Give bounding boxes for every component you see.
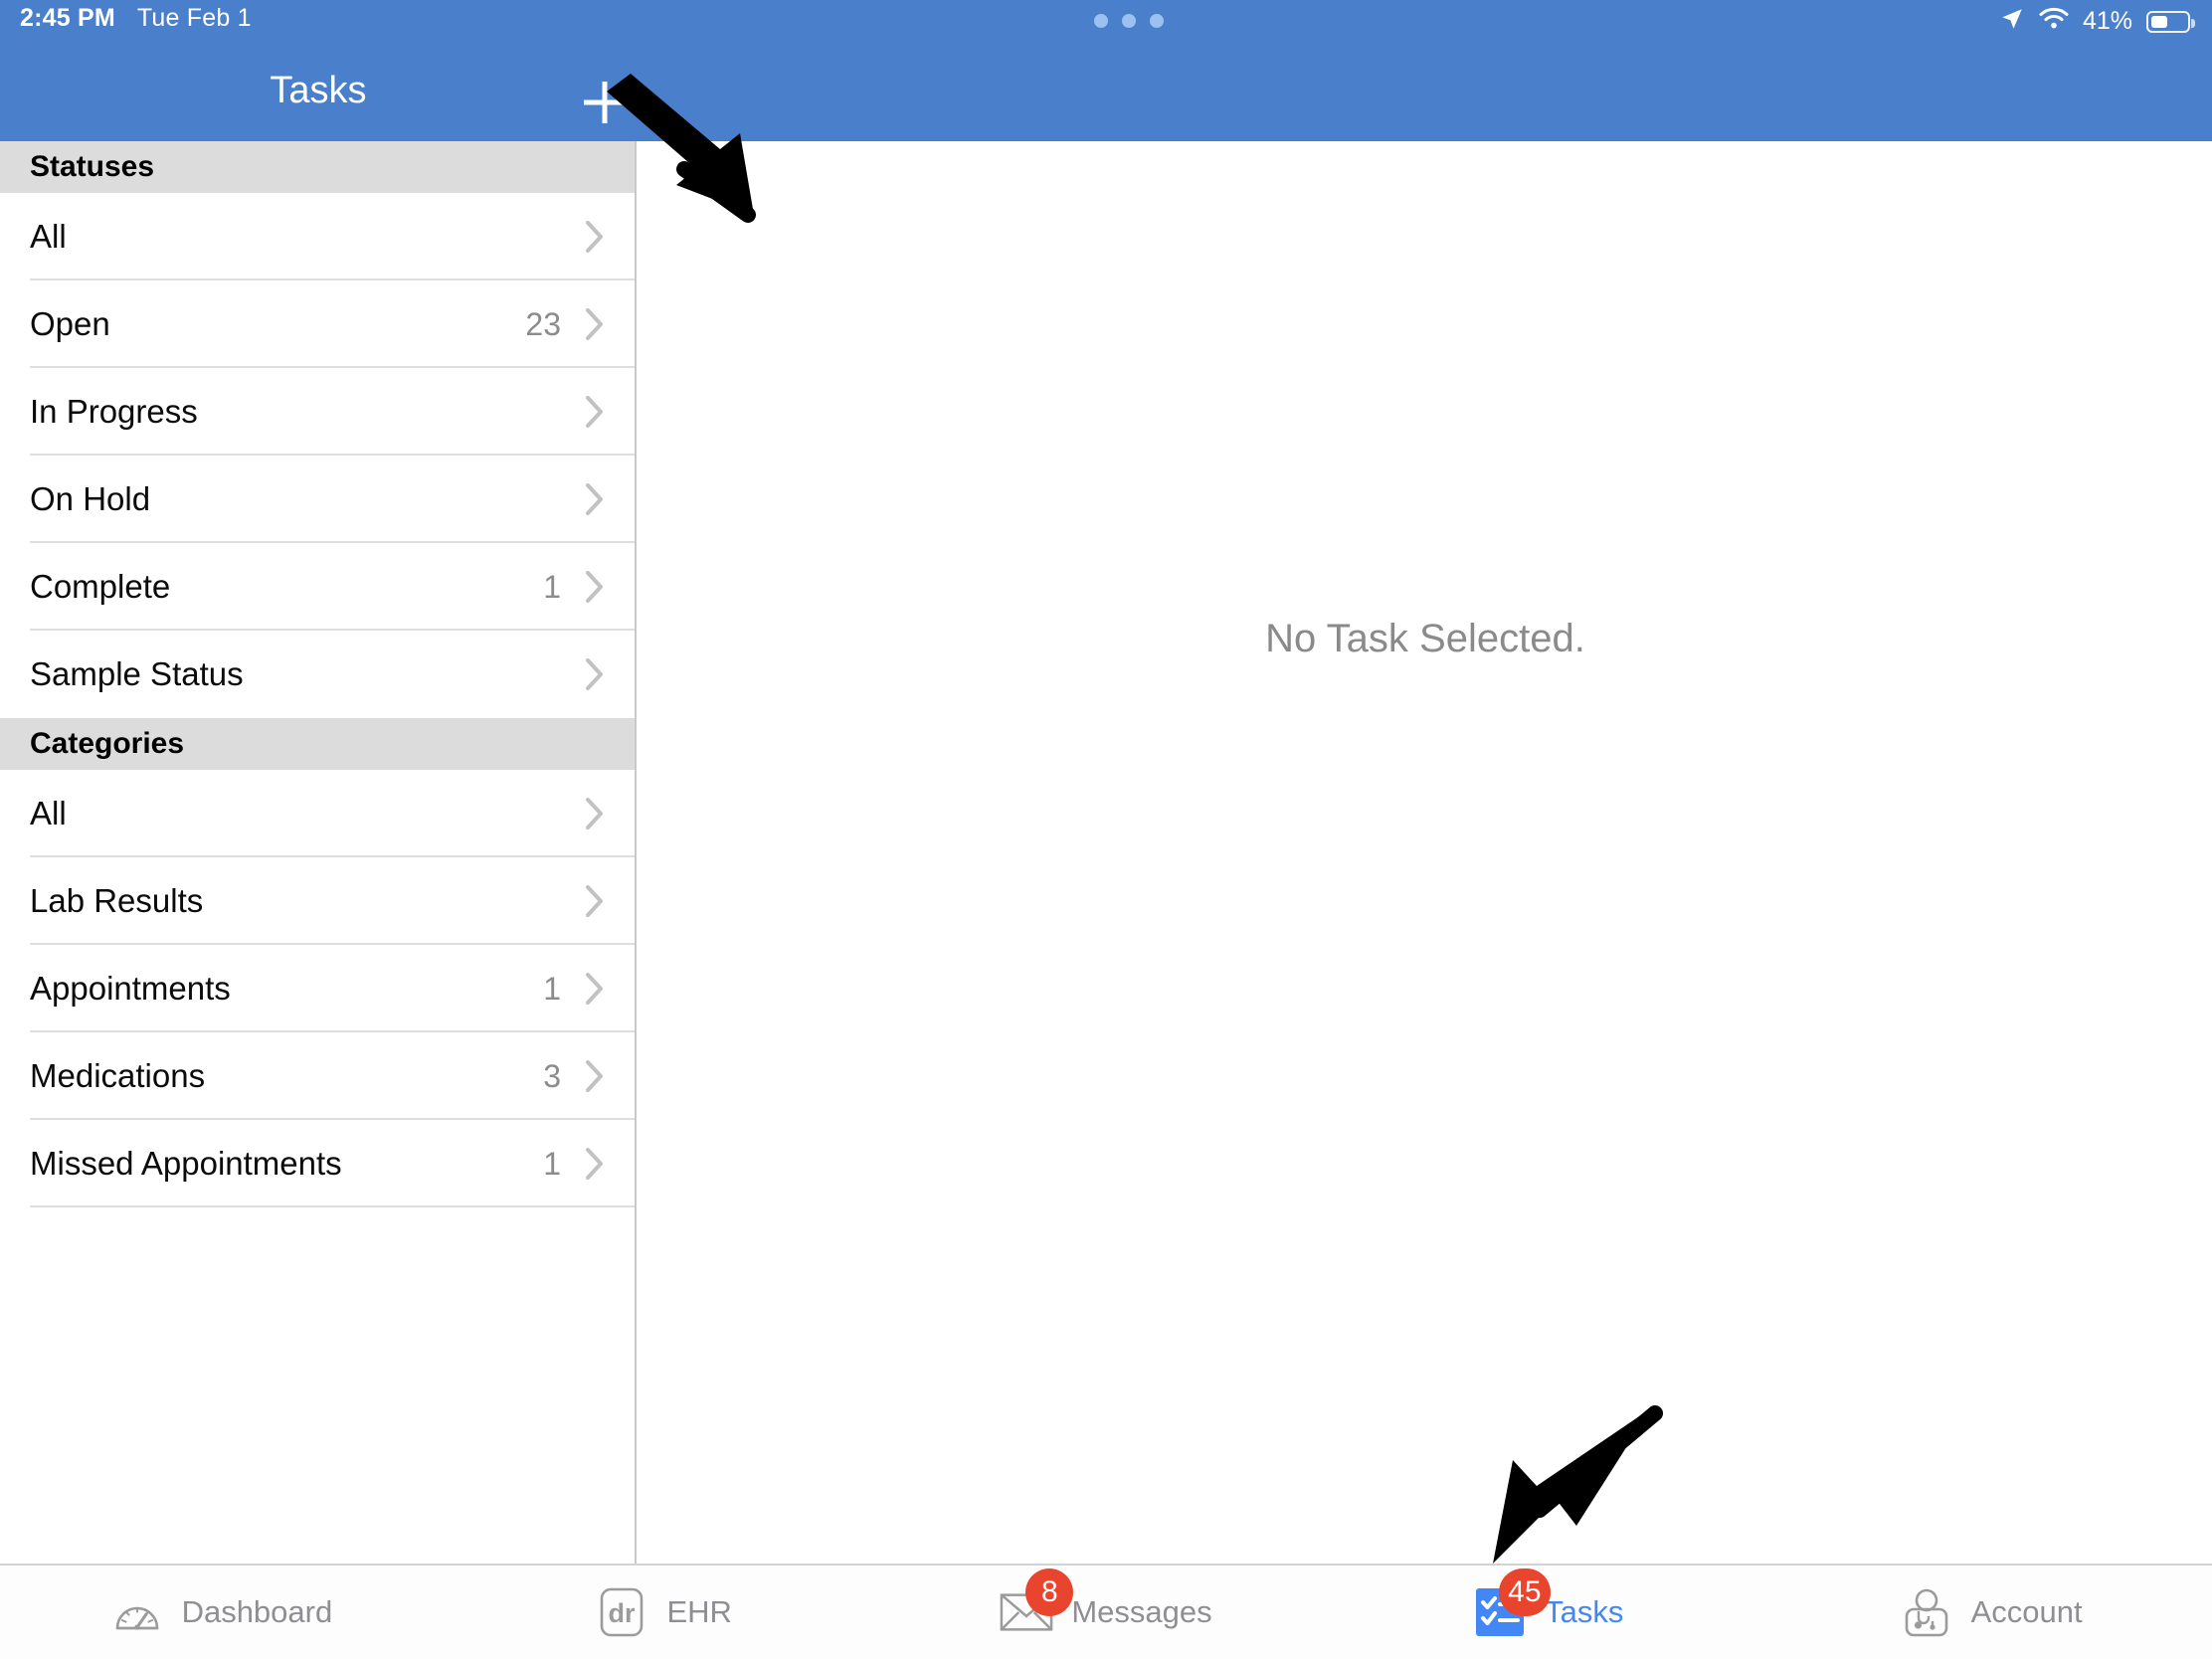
tab-account[interactable]: Account bbox=[1769, 1565, 2212, 1659]
sidebar-item-count: 1 bbox=[543, 970, 561, 1007]
tab-label: Messages bbox=[1071, 1594, 1212, 1629]
status-date: Tue Feb 1 bbox=[136, 4, 252, 32]
checklist-icon: 45 bbox=[1473, 1568, 1551, 1639]
sidebar-item-label: All bbox=[30, 218, 67, 255]
sidebar-item-lab-results[interactable]: Lab Results bbox=[0, 857, 635, 945]
multitask-dot bbox=[1150, 14, 1164, 28]
sidebar-item-label: Complete bbox=[30, 568, 171, 605]
sidebar-item-appointments[interactable]: Appointments 1 bbox=[0, 945, 635, 1032]
envelope-icon: 8 bbox=[1000, 1568, 1074, 1639]
chevron-right-icon bbox=[577, 883, 613, 919]
sidebar-item-count: 1 bbox=[543, 1145, 561, 1182]
sidebar-item-missed-appointments[interactable]: Missed Appointments 1 bbox=[0, 1120, 635, 1207]
status-bar-left: 2:45 PM Tue Feb 1 bbox=[20, 4, 252, 33]
chevron-right-icon bbox=[577, 656, 613, 692]
chevron-right-icon bbox=[577, 306, 613, 342]
sidebar-item-label: Appointments bbox=[30, 970, 231, 1007]
tasks-sidebar[interactable]: Statuses All Open 23 In Progress On Hold Compl… bbox=[0, 141, 637, 1564]
sidebar-item-in-progress[interactable]: In Progress bbox=[0, 368, 635, 456]
status-bar: 2:45 PM Tue Feb 1 41% bbox=[0, 0, 2212, 40]
chevron-right-icon bbox=[577, 1146, 613, 1182]
sidebar-item-label: Missed Appointments bbox=[30, 1145, 342, 1182]
chevron-right-icon bbox=[577, 971, 613, 1007]
sidebar-item-sample-status[interactable]: Sample Status bbox=[0, 631, 635, 718]
tab-label: Dashboard bbox=[181, 1594, 333, 1629]
sidebar-item-count: 23 bbox=[525, 305, 561, 342]
add-task-button[interactable] bbox=[572, 70, 638, 135]
sidebar-section-header: Categories bbox=[0, 718, 635, 770]
chevron-right-icon bbox=[577, 394, 613, 430]
location-arrow-icon bbox=[1999, 6, 2025, 37]
sidebar-section-header: Statuses bbox=[0, 141, 635, 193]
battery-icon bbox=[2146, 10, 2195, 33]
sidebar-item-label: Medications bbox=[30, 1057, 206, 1094]
sidebar-item-label: Sample Status bbox=[30, 655, 244, 692]
sidebar-item-medications[interactable]: Medications 3 bbox=[0, 1032, 635, 1120]
sidebar-item-label: On Hold bbox=[30, 480, 151, 517]
tab-ehr[interactable]: dr EHR bbox=[443, 1565, 885, 1659]
tab-label: Tasks bbox=[1545, 1594, 1624, 1629]
navigation-bar: Tasks bbox=[0, 40, 2212, 141]
sidebar-item-label: Open bbox=[30, 305, 110, 342]
sidebar-item-open[interactable]: Open 23 bbox=[0, 280, 635, 368]
chevron-right-icon bbox=[577, 219, 613, 255]
sidebar-item-complete[interactable]: Complete 1 bbox=[0, 543, 635, 631]
sidebar-item-count: 1 bbox=[543, 568, 561, 605]
sidebar-item-label: All bbox=[30, 795, 67, 831]
app-root: 2:45 PM Tue Feb 1 41% Tasks Statuses All… bbox=[0, 0, 2212, 1659]
multitask-dot bbox=[1122, 14, 1136, 28]
sidebar-item-count: 3 bbox=[543, 1057, 561, 1094]
page-title: Tasks bbox=[270, 69, 367, 111]
tab-label: EHR bbox=[666, 1594, 732, 1629]
sidebar-item-on-hold[interactable]: On Hold bbox=[0, 456, 635, 543]
task-detail-pane: No Task Selected. bbox=[639, 141, 2212, 1564]
tab-dashboard[interactable]: Dashboard bbox=[0, 1565, 443, 1659]
sidebar-item-all[interactable]: All bbox=[0, 193, 635, 280]
status-bar-right: 41% bbox=[1999, 6, 2195, 37]
svg-text:dr: dr bbox=[609, 1598, 636, 1628]
tab-badge: 8 bbox=[1025, 1568, 1074, 1616]
chevron-right-icon bbox=[577, 481, 613, 517]
sidebar-item-all[interactable]: All bbox=[0, 770, 635, 857]
tab-messages[interactable]: 8 Messages bbox=[885, 1565, 1328, 1659]
plus-icon bbox=[584, 82, 626, 123]
multitask-dot bbox=[1094, 14, 1108, 28]
chevron-right-icon bbox=[577, 1058, 613, 1094]
status-time: 2:45 PM bbox=[20, 4, 115, 32]
tab-label: Account bbox=[1970, 1594, 2083, 1629]
sidebar-item-label: In Progress bbox=[30, 393, 198, 430]
wifi-icon bbox=[2039, 7, 2069, 36]
chevron-right-icon bbox=[577, 796, 613, 831]
tab-bar[interactable]: Dashboard dr EHR 8 Messages 45 Tasks Accou… bbox=[0, 1564, 2212, 1659]
multitasking-dots-button[interactable] bbox=[1094, 14, 1164, 28]
tab-badge: 45 bbox=[1499, 1568, 1551, 1616]
battery-percent: 41% bbox=[2082, 7, 2132, 35]
empty-state-message: No Task Selected. bbox=[1265, 617, 1585, 660]
sidebar-item-label: Lab Results bbox=[30, 882, 204, 919]
gauge-icon bbox=[110, 1585, 164, 1639]
chevron-right-icon bbox=[577, 569, 613, 605]
dr-card-icon: dr bbox=[595, 1585, 648, 1639]
doctor-icon bbox=[1900, 1585, 1953, 1639]
tab-tasks[interactable]: 45 Tasks bbox=[1327, 1565, 1769, 1659]
